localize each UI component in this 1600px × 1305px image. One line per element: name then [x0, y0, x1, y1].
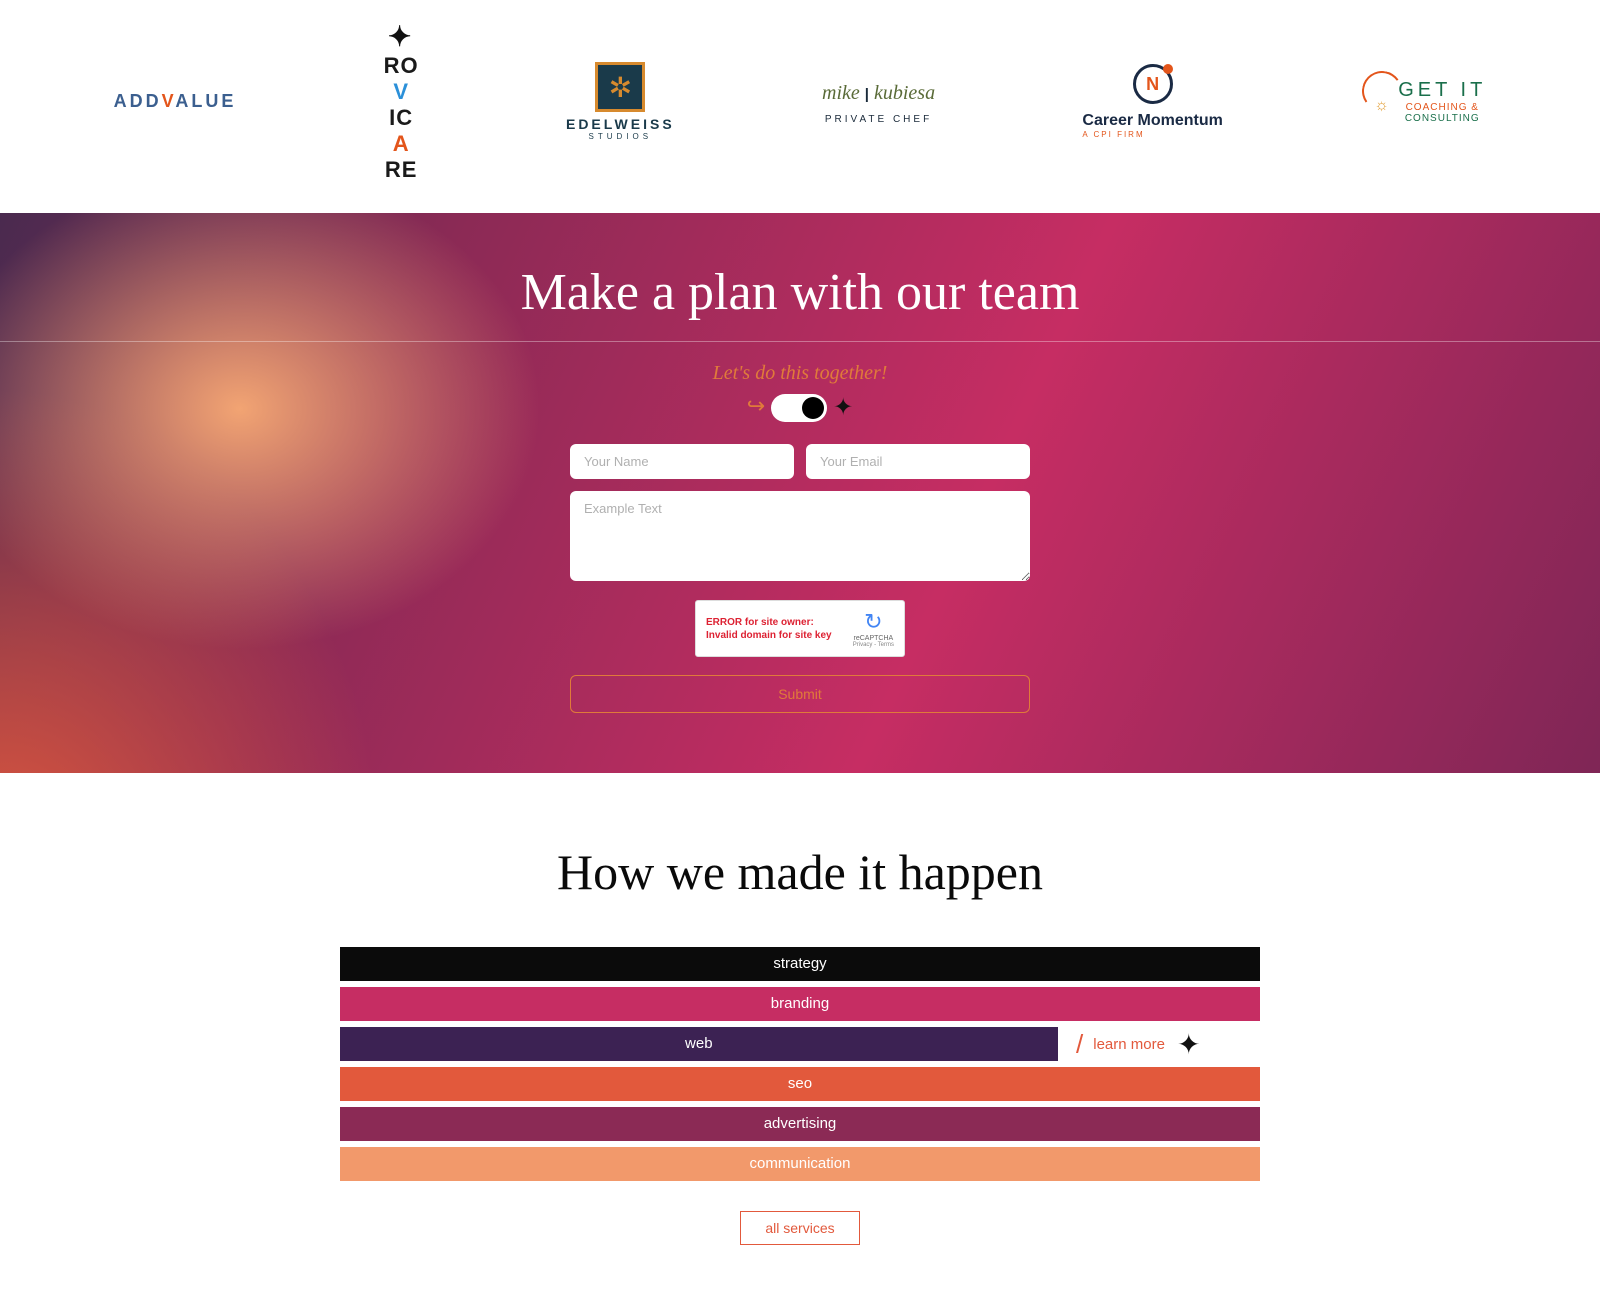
mode-toggle[interactable] — [771, 394, 827, 422]
logo-get-it: ☼ GET IT COACHING & CONSULTING — [1370, 79, 1486, 124]
service-bar-branding[interactable]: branding — [340, 987, 1260, 1021]
services-title: How we made it happen — [0, 843, 1600, 901]
contact-form: ERROR for site owner: Invalid domain for… — [570, 444, 1030, 713]
cm-icon: N — [1133, 64, 1173, 104]
learn-more-link[interactable]: / learn more ✦ — [1076, 1027, 1200, 1061]
slash-icon: / — [1076, 1029, 1083, 1060]
service-bar-strategy[interactable]: strategy — [340, 947, 1260, 981]
logo-subtext: PRIVATE CHEF — [825, 114, 932, 125]
logo-text: EDELWEISS — [566, 116, 675, 132]
contact-title: Make a plan with our team — [0, 263, 1600, 322]
sparkle-icon: ✦ — [833, 393, 853, 422]
logo-text: GET IT — [1398, 79, 1486, 102]
logo-addvalue: ADDVALUE — [114, 91, 237, 112]
recaptcha-icon: ↻ — [853, 609, 894, 635]
partner-logo-strip: ADDVALUE ✦ROVICARE ✲ EDELWEISS STUDIOS m… — [0, 0, 1600, 213]
recaptcha-error: ERROR for site owner: Invalid domain for… — [706, 616, 832, 642]
logo-edelweiss: ✲ EDELWEISS STUDIOS — [566, 62, 675, 141]
arrow-icon: ↪ — [747, 393, 765, 419]
recaptcha-widget[interactable]: ERROR for site owner: Invalid domain for… — [695, 600, 905, 657]
toggle-row: ↪ ✦ — [0, 393, 1600, 422]
logo-subtext: COACHING & — [1406, 102, 1479, 113]
service-bar-seo[interactable]: seo — [340, 1067, 1260, 1101]
submit-button[interactable]: Submit — [570, 675, 1030, 713]
message-textarea[interactable] — [570, 491, 1030, 581]
sparkle-icon: ✦ — [1177, 1028, 1200, 1061]
logo-text: Career Momentum — [1082, 112, 1222, 130]
logo-rovicare: ✦ROVICARE — [384, 20, 419, 183]
learn-more-text: learn more — [1093, 1036, 1165, 1053]
flower-icon: ✲ — [595, 62, 645, 112]
recaptcha-label: reCAPTCHA — [853, 635, 894, 642]
services-section: How we made it happen strategy branding … — [0, 773, 1600, 1305]
contact-section: Make a plan with our team Let's do this … — [0, 213, 1600, 773]
logo-subtext: CONSULTING — [1405, 113, 1480, 124]
logo-subtext: STUDIOS — [589, 132, 653, 141]
logo-kubiesa: mike | kubiesa PRIVATE CHEF — [822, 78, 935, 125]
lightbulb-icon: ☼ — [1374, 97, 1389, 115]
sparkle-icon: ✦ — [388, 20, 412, 53]
logo-career-momentum: N Career Momentum A CPI FIRM — [1082, 64, 1222, 139]
services-list: strategy branding web / learn more ✦ seo… — [340, 947, 1260, 1181]
service-bar-web[interactable]: web — [340, 1027, 1058, 1061]
service-bar-advertising[interactable]: advertising — [340, 1107, 1260, 1141]
all-services-button[interactable]: all services — [740, 1211, 859, 1245]
recaptcha-terms[interactable]: Privacy - Terms — [853, 642, 894, 648]
service-bar-communication[interactable]: communication — [340, 1147, 1260, 1181]
name-input[interactable] — [570, 444, 794, 479]
logo-subtext: A CPI FIRM — [1082, 130, 1222, 139]
contact-subtitle: Let's do this together! — [0, 362, 1600, 385]
email-input[interactable] — [806, 444, 1030, 479]
